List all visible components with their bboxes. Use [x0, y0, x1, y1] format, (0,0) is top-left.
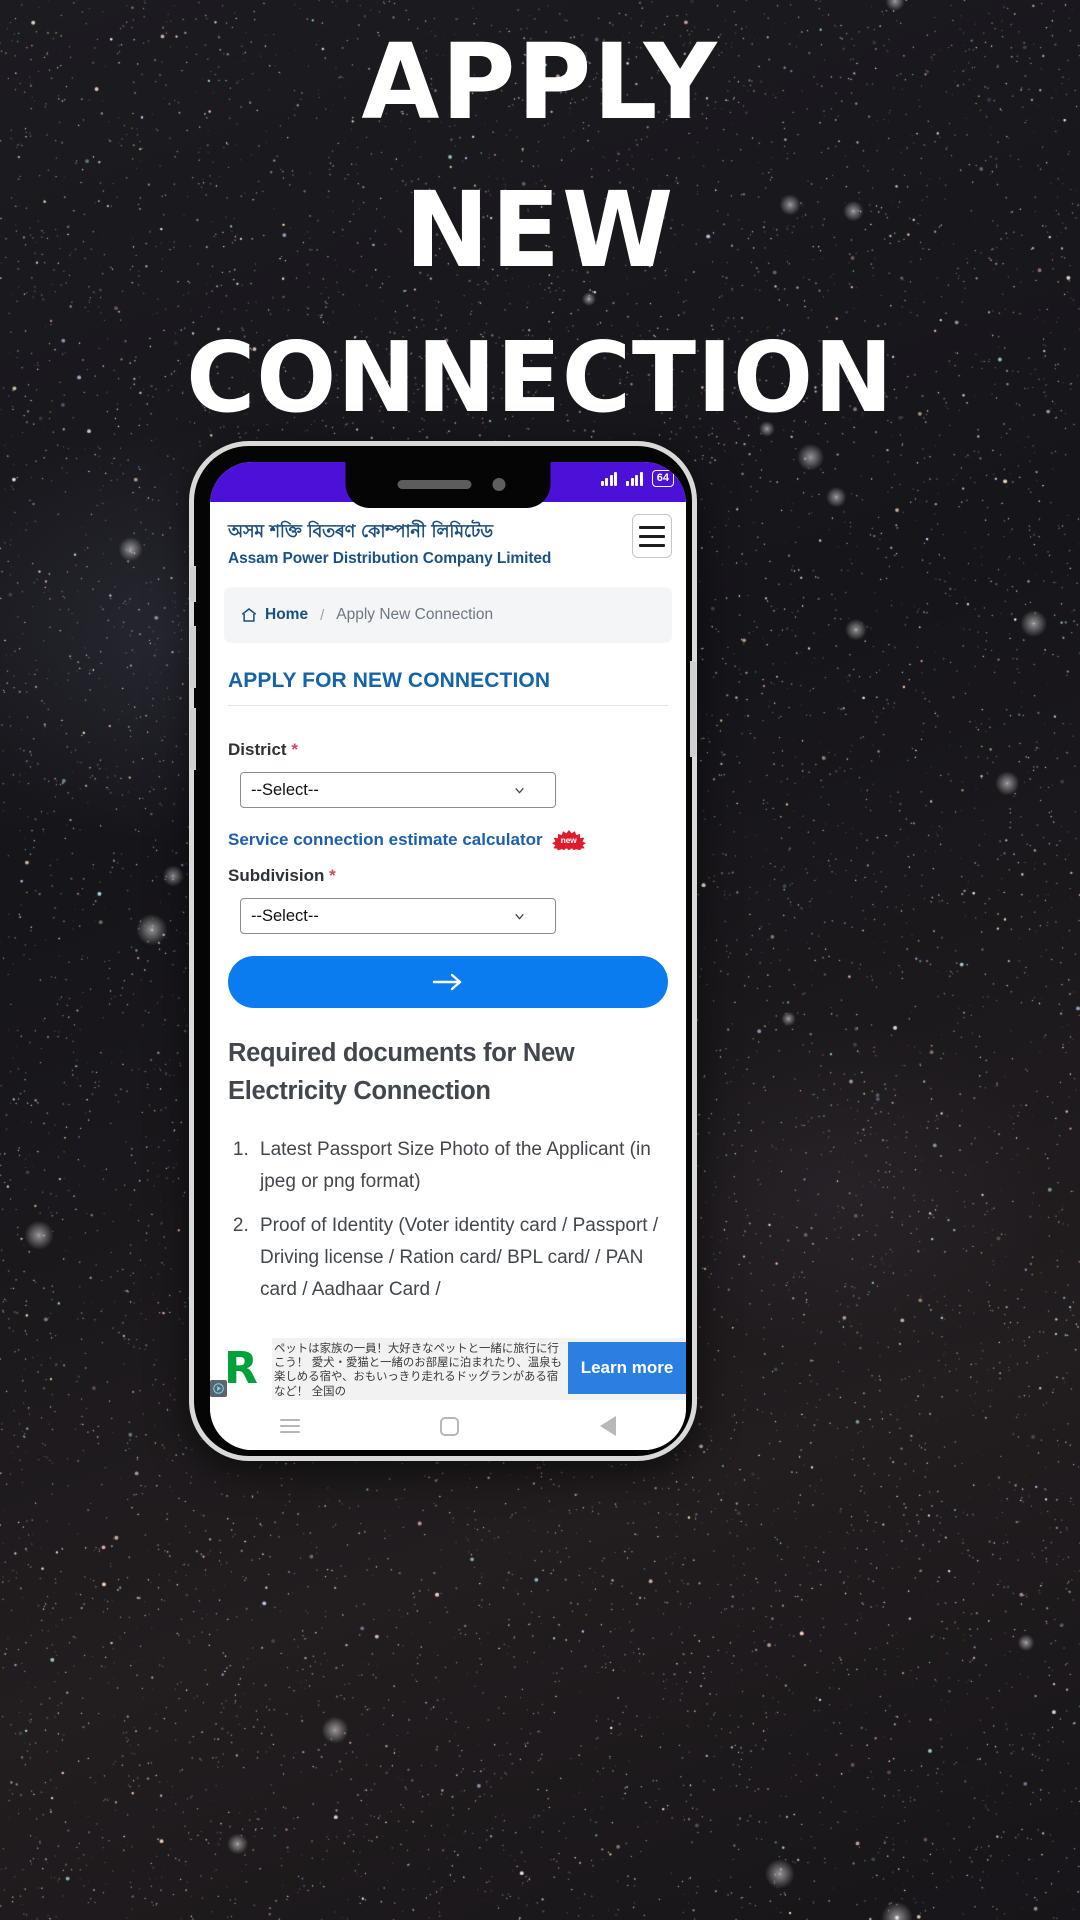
home-square-icon[interactable]	[440, 1416, 460, 1436]
arrow-right-icon	[432, 973, 462, 991]
breadcrumb-current: Apply New Connection	[336, 606, 494, 623]
page-title: APPLY FOR NEW CONNECTION	[228, 669, 551, 692]
ad-cta-button[interactable]: Learn more	[568, 1342, 686, 1394]
brand-assamese: অসম শক্তি বিতৰণ কোম্পানী লিমিটেড	[228, 522, 493, 542]
district-select[interactable]: --Select--	[240, 772, 556, 808]
webpage-content: অসম শক্তি বিতৰণ কোম্পানী লিমিটেড Assam P…	[210, 502, 686, 1400]
subdivision-select-value: --Select--	[251, 906, 319, 925]
signal-bars-icon-1	[600, 471, 618, 486]
ad-banner[interactable]: R ペットは家族の一員！大好きなペットと一緒に旅行に行こう！ 愛犬・愛猫と一緒の…	[210, 1338, 686, 1400]
district-select-value: --Select--	[251, 780, 319, 799]
power-button[interactable]	[690, 661, 696, 757]
subdivision-required-mark: *	[329, 866, 336, 885]
back-triangle-icon[interactable]	[599, 1416, 616, 1436]
hamburger-menu-icon[interactable]	[632, 514, 672, 558]
district-required-mark: *	[291, 740, 298, 759]
earpiece-speaker	[397, 480, 472, 489]
chevron-down-icon-district	[515, 787, 524, 794]
adchoices-icon[interactable]	[210, 1380, 227, 1397]
chevron-down-icon-subdivision	[515, 913, 524, 920]
estimate-calculator-link[interactable]: Service connection estimate calculator	[228, 830, 543, 850]
breadcrumb: Home / Apply New Connection	[224, 587, 672, 643]
breadcrumb-separator: /	[320, 606, 325, 624]
phone-mockup: 64 অসম শক্তি বিতৰণ কোম্পানী লিমিটেড Assa…	[189, 441, 697, 1461]
volume-down-button[interactable]	[190, 708, 196, 770]
adchoices-triangle-icon	[213, 1383, 224, 1394]
phone-body: 64 অসম শক্তি বিতৰণ কোম্পানী লিমিটেড Assa…	[190, 446, 696, 1456]
phone-screen: 64 অসম শক্তি বিতৰণ কোম্পানী লিমিটেড Assa…	[210, 462, 686, 1450]
list-item: Latest Passport Size Photo of the Applic…	[254, 1134, 668, 1198]
phone-notch	[345, 462, 551, 508]
district-select-wrap: --Select--	[240, 772, 668, 808]
new-badge: new	[551, 830, 586, 851]
front-camera	[492, 478, 506, 491]
subdivision-label: Subdivision *	[228, 866, 336, 885]
android-nav-bar	[210, 1402, 686, 1450]
signal-bars-icon-2	[626, 471, 643, 486]
subdivision-select[interactable]: --Select--	[240, 898, 556, 934]
house-icon	[241, 608, 257, 622]
subdivision-select-wrap: --Select--	[240, 898, 668, 934]
submit-button[interactable]	[228, 956, 668, 1008]
calculator-row: Service connection estimate calculator n…	[210, 808, 686, 851]
silent-switch[interactable]	[190, 566, 196, 602]
advertiser-logo-mark: R	[224, 1343, 258, 1394]
district-label: District *	[228, 740, 298, 759]
volume-up-button[interactable]	[190, 626, 196, 688]
ad-logo: R	[210, 1338, 272, 1400]
recents-icon[interactable]	[280, 1418, 301, 1434]
documents-list: Latest Passport Size Photo of the Applic…	[210, 1110, 686, 1306]
documents-heading: Required documents for New Electricity C…	[228, 1039, 575, 1105]
ad-body-text: ペットは家族の一員！大好きなペットと一緒に旅行に行こう！ 愛犬・愛猫と一緒のお部…	[274, 1341, 562, 1398]
status-bar-icons: 64	[600, 470, 674, 487]
site-header: অসম শক্তি বিতৰণ কোম্পানী লিমিটেড Assam P…	[210, 502, 686, 581]
breadcrumb-home-link[interactable]: Home	[265, 606, 308, 624]
new-badge-label: new	[560, 835, 577, 845]
list-item: Proof of Identity (Voter identity card /…	[254, 1210, 668, 1306]
battery-indicator: 64	[651, 470, 674, 487]
brand-english: Assam Power Distribution Company Limited	[228, 550, 552, 567]
